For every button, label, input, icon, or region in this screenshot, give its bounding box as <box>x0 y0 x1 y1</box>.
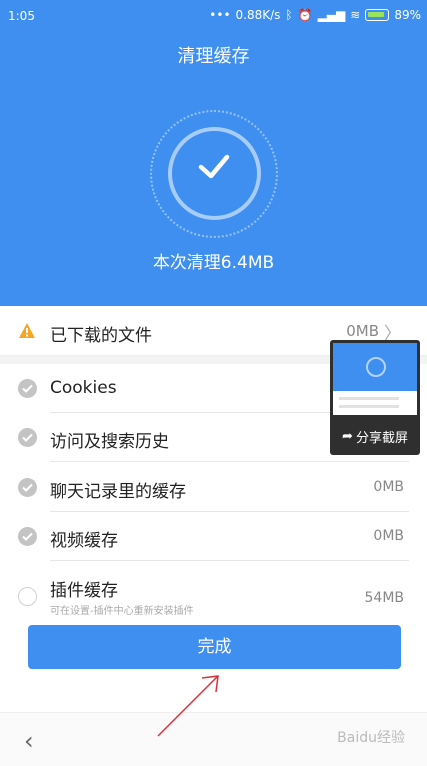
status-bar: 1:05 ••• 0.88K/s ᛒ ⏰ ▂▄▆ ≋ 89% <box>0 0 427 32</box>
divider <box>50 560 409 561</box>
checkbox-unchecked-icon[interactable] <box>18 587 37 606</box>
list-item-label: 聊天记录里的缓存 <box>50 482 186 502</box>
status-icons: ••• 0.88K/s ᛒ ⏰ ▂▄▆ ≋ 89% <box>209 8 421 22</box>
list-item-subtitle: 可在设置-插件中心重新安装插件 <box>50 606 194 617</box>
signal-icon: ▂▄▆ <box>317 8 346 22</box>
list-item-label: 视频缓存 <box>50 531 118 551</box>
list-item-label: Cookies <box>50 378 117 398</box>
list-item-label: 插件缓存 <box>50 581 118 601</box>
divider <box>50 461 409 462</box>
list-item-size: 54MB <box>364 590 405 606</box>
header: 1:05 ••• 0.88K/s ᛒ ⏰ ▂▄▆ ≋ 89% 清理缓存 本次清理… <box>0 0 427 306</box>
list-item-video-cache[interactable]: 视频缓存 0MB <box>0 512 427 561</box>
preview-ring <box>366 357 386 377</box>
downloaded-files-label: 已下载的文件 <box>50 326 152 346</box>
list-item-plugin-cache[interactable]: 插件缓存 54MB 可在设置-插件中心重新安装插件 <box>0 562 427 618</box>
dots-icon: ••• <box>209 8 231 22</box>
battery-percent: 89% <box>394 8 421 22</box>
watermark: Baidu经验 <box>337 730 405 746</box>
list-item-size: 0MB <box>373 479 404 495</box>
checkbox-checked-icon[interactable] <box>18 527 37 546</box>
list-item-chat-cache[interactable]: 聊天记录里的缓存 0MB <box>0 463 427 512</box>
check-icon <box>198 154 230 179</box>
preview-line <box>339 405 399 408</box>
network-speed: 0.88K/s <box>235 8 281 22</box>
share-screenshot-button[interactable]: ➦ 分享截屏 <box>330 424 420 448</box>
page-title: 清理缓存 <box>177 46 250 67</box>
share-screenshot-label: 分享截屏 <box>355 430 408 446</box>
bluetooth-icon: ᛒ <box>285 8 293 22</box>
checkbox-checked-icon[interactable] <box>18 379 37 398</box>
clock: 1:05 <box>8 9 35 23</box>
screenshot-preview <box>333 343 417 415</box>
annotation-arrow-icon <box>157 675 219 737</box>
checkbox-checked-icon[interactable] <box>18 428 37 447</box>
back-arrow-icon[interactable]: ‹ <box>24 727 34 755</box>
share-arrow-icon: ➦ <box>342 428 353 444</box>
downloaded-files-size: 0MB <box>346 322 379 340</box>
checkbox-checked-icon[interactable] <box>18 478 37 497</box>
list-item-label: 访问及搜索历史 <box>50 432 169 452</box>
alarm-icon: ⏰ <box>297 8 313 22</box>
list-item-size: 0MB <box>373 528 404 544</box>
battery-icon <box>365 9 390 21</box>
screenshot-thumbnail[interactable]: ➦ 分享截屏 <box>330 340 420 455</box>
preview-line <box>339 397 399 400</box>
result-text: 本次清理6.4MB <box>152 253 275 273</box>
warning-icon <box>19 323 35 338</box>
done-button[interactable]: 完成 <box>28 625 401 669</box>
wifi-icon: ≋ <box>350 8 361 22</box>
